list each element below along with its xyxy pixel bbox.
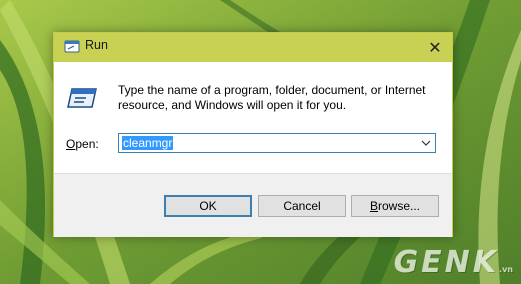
open-label-text: pen: [75, 137, 99, 151]
browse-button[interactable]: Browse... [351, 195, 439, 217]
run-dialog: Run ✕ Type the name of a program, folder… [53, 32, 453, 237]
button-bar: OK Cancel Browse... [54, 173, 452, 237]
watermark-suffix: .vn [499, 265, 513, 274]
chevron-down-icon[interactable] [420, 137, 432, 149]
open-input-value[interactable]: cleanmgr [122, 136, 174, 150]
open-label: Open: [66, 137, 99, 151]
watermark-text: GENK [393, 245, 500, 280]
cancel-button[interactable]: Cancel [258, 195, 346, 217]
open-label-mnemonic: O [66, 137, 76, 151]
watermark-logo: GENK.vn [394, 245, 513, 280]
run-icon [64, 40, 80, 53]
open-combobox[interactable]: cleanmgr [118, 133, 436, 153]
dialog-description: Type the name of a program, folder, docu… [118, 83, 426, 112]
window-title: Run [85, 38, 108, 52]
browse-mnemonic: B [369, 199, 378, 213]
close-button[interactable]: ✕ [418, 33, 452, 62]
run-program-icon [67, 88, 97, 108]
browse-label: rowse... [378, 199, 421, 213]
close-icon: ✕ [428, 38, 442, 57]
ok-button[interactable]: OK [164, 195, 252, 217]
title-bar[interactable]: Run ✕ [54, 33, 452, 62]
